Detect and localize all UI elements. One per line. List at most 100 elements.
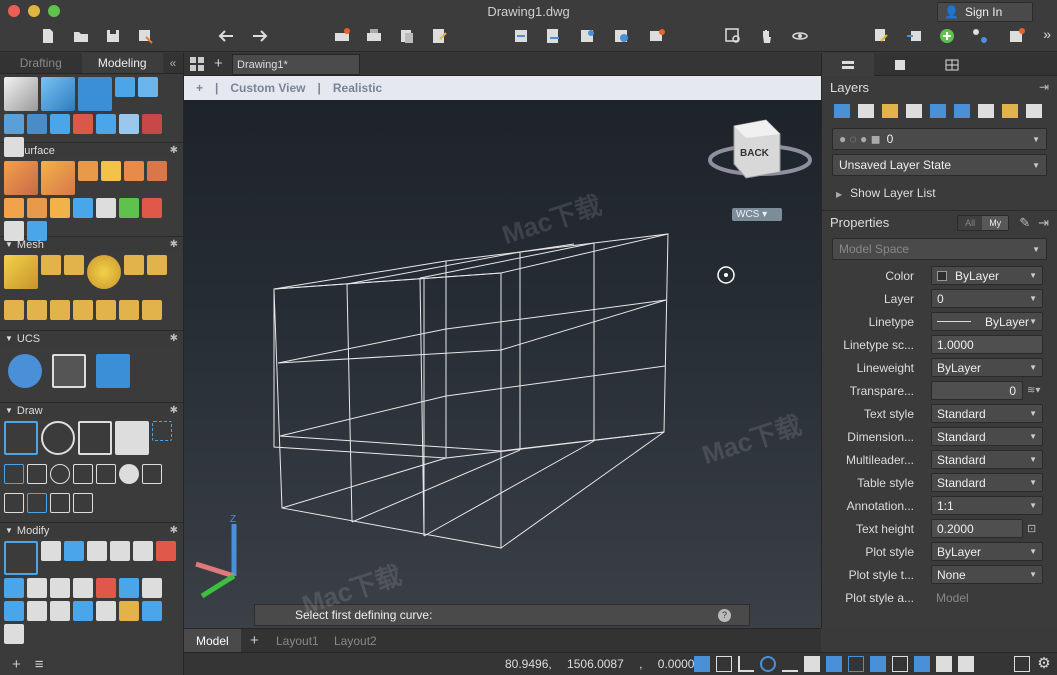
stretch-icon[interactable] [133, 541, 153, 561]
viewcube[interactable]: BACK [708, 119, 812, 179]
mesh-smooth-icon[interactable] [41, 255, 61, 275]
extrude-icon[interactable] [41, 77, 75, 111]
add-layout-icon[interactable]: + [250, 629, 259, 653]
print-icon[interactable] [363, 26, 385, 46]
zoom-window-icon[interactable] [722, 26, 744, 46]
table-style-dropdown[interactable]: Standard ▼ [931, 473, 1043, 492]
align-icon[interactable] [4, 624, 24, 644]
explode-icon[interactable] [4, 601, 24, 621]
section-draw[interactable]: ▼ Draw ✱ [0, 402, 183, 418]
erase-icon[interactable] [96, 601, 116, 621]
layer-off-icon[interactable] [930, 104, 946, 118]
collapse-panel-icon[interactable]: « [163, 53, 183, 73]
lineweight-dropdown[interactable]: ByLayer ▼ [931, 358, 1043, 377]
isodraft-icon[interactable] [782, 656, 798, 672]
gear-icon[interactable]: ✱ [170, 239, 178, 250]
box-icon[interactable] [4, 77, 38, 111]
cv-show-icon[interactable] [96, 198, 116, 218]
import-icon[interactable] [510, 26, 532, 46]
edit-pline-icon[interactable] [119, 601, 139, 621]
fillet-icon[interactable] [73, 578, 93, 598]
ray-icon[interactable] [4, 493, 24, 513]
union-icon[interactable] [115, 77, 135, 97]
rectangle-icon[interactable] [78, 421, 112, 455]
loft-icon[interactable] [50, 114, 70, 134]
gear-icon[interactable]: ✱ [170, 145, 178, 156]
circle-icon[interactable] [41, 421, 75, 455]
rotate-icon[interactable] [50, 578, 70, 598]
hatch-icon[interactable] [115, 421, 149, 455]
section-surface[interactable]: ▼ Surface ✱ [0, 142, 183, 158]
tab-layout1[interactable]: Layout1 [276, 629, 319, 653]
export-icon[interactable] [542, 26, 564, 46]
layer-unisolate-icon[interactable] [978, 104, 994, 118]
filter-my[interactable]: My [982, 215, 1009, 230]
share-icon[interactable] [610, 26, 632, 46]
layer-match-icon[interactable] [858, 104, 874, 118]
color-dropdown[interactable]: ByLayer ▼ [931, 266, 1043, 285]
sign-in-button[interactable]: 👤 Sign In [937, 2, 1033, 22]
edit-properties-icon[interactable]: ✎ [1019, 215, 1030, 231]
tab-blocks[interactable] [874, 53, 926, 76]
undo-icon[interactable] [216, 26, 238, 46]
separate-icon[interactable] [142, 114, 162, 134]
intersect-icon[interactable] [4, 114, 24, 134]
plot-style-table-dropdown[interactable]: None ▼ [931, 565, 1043, 584]
pick-height-icon[interactable]: ⊡ [1027, 522, 1036, 535]
section-ucs[interactable]: ▼ UCS ✱ [0, 330, 183, 346]
annotation-scale-dropdown[interactable]: 1:1 ▼ [931, 496, 1043, 515]
edit-block-icon[interactable] [870, 26, 892, 46]
ucs-rotate-x-icon[interactable] [52, 354, 86, 388]
3d-array-icon[interactable] [156, 541, 176, 561]
mesh-convert-icon[interactable] [142, 299, 162, 320]
external-ref-icon[interactable] [969, 26, 991, 46]
mesh-refine-icon[interactable] [64, 255, 84, 275]
mesh-split-icon[interactable] [4, 299, 24, 320]
panel-detach-icon[interactable]: ⇥ [1038, 215, 1049, 231]
3d-move-icon[interactable] [4, 541, 38, 575]
multileader-style-dropdown[interactable]: Standard ▼ [931, 450, 1043, 469]
subtract-icon[interactable] [138, 77, 158, 97]
layer-unlock-icon[interactable] [1026, 104, 1042, 118]
help-icon[interactable]: ? [718, 609, 731, 622]
fillet-surface-icon[interactable] [124, 161, 144, 181]
insert-block-icon[interactable] [903, 26, 925, 46]
command-line[interactable]: Select first defining curve: ? [254, 604, 750, 626]
move-icon[interactable] [87, 541, 107, 561]
mesh-spin-icon[interactable] [119, 299, 139, 320]
thicken-icon[interactable] [96, 114, 116, 134]
tab-drafting[interactable]: Drafting [0, 53, 82, 73]
sculpt-icon[interactable] [50, 198, 70, 218]
extend-icon[interactable] [73, 601, 93, 621]
dynamic-ucs-icon[interactable] [892, 656, 908, 672]
trim-surface-icon[interactable] [147, 161, 167, 181]
line-icon[interactable] [27, 464, 47, 484]
layer-isolate-icon[interactable] [906, 104, 922, 118]
drawing-viewport[interactable]: + | Custom View | Realistic BACK Z WCS ▾… [184, 76, 821, 628]
spline-icon[interactable] [4, 464, 24, 484]
redo-icon[interactable] [248, 26, 270, 46]
3d-align-icon[interactable] [64, 541, 84, 561]
transparency-icon[interactable] [826, 656, 842, 672]
patch-icon[interactable] [78, 161, 98, 181]
mesh-crease-icon[interactable] [124, 255, 144, 275]
layer-previous-icon[interactable] [882, 104, 898, 118]
ortho-icon[interactable] [738, 656, 754, 672]
new-file-icon[interactable] [37, 26, 59, 46]
object-snap-icon[interactable] [848, 656, 864, 672]
status-customize-icon[interactable] [1014, 656, 1030, 672]
publish-icon[interactable] [396, 26, 418, 46]
tab-properties[interactable] [822, 53, 874, 76]
planar-surface-icon[interactable] [73, 198, 93, 218]
layer-dropdown[interactable]: 0 ▼ [931, 289, 1043, 308]
show-layer-list-toggle[interactable]: ▶ Show Layer List [822, 180, 1057, 206]
mirror-icon[interactable] [110, 541, 130, 561]
slice-icon[interactable] [27, 114, 47, 134]
arc-icon[interactable] [152, 421, 172, 441]
add-tool-icon[interactable]: + [12, 656, 21, 673]
ucs-world-icon[interactable] [8, 354, 42, 388]
ellipse-icon[interactable] [50, 464, 70, 484]
text-height-field[interactable]: 0.2000 [931, 519, 1023, 538]
untrim-icon[interactable] [4, 198, 24, 218]
wireframe-model[interactable] [273, 233, 669, 549]
